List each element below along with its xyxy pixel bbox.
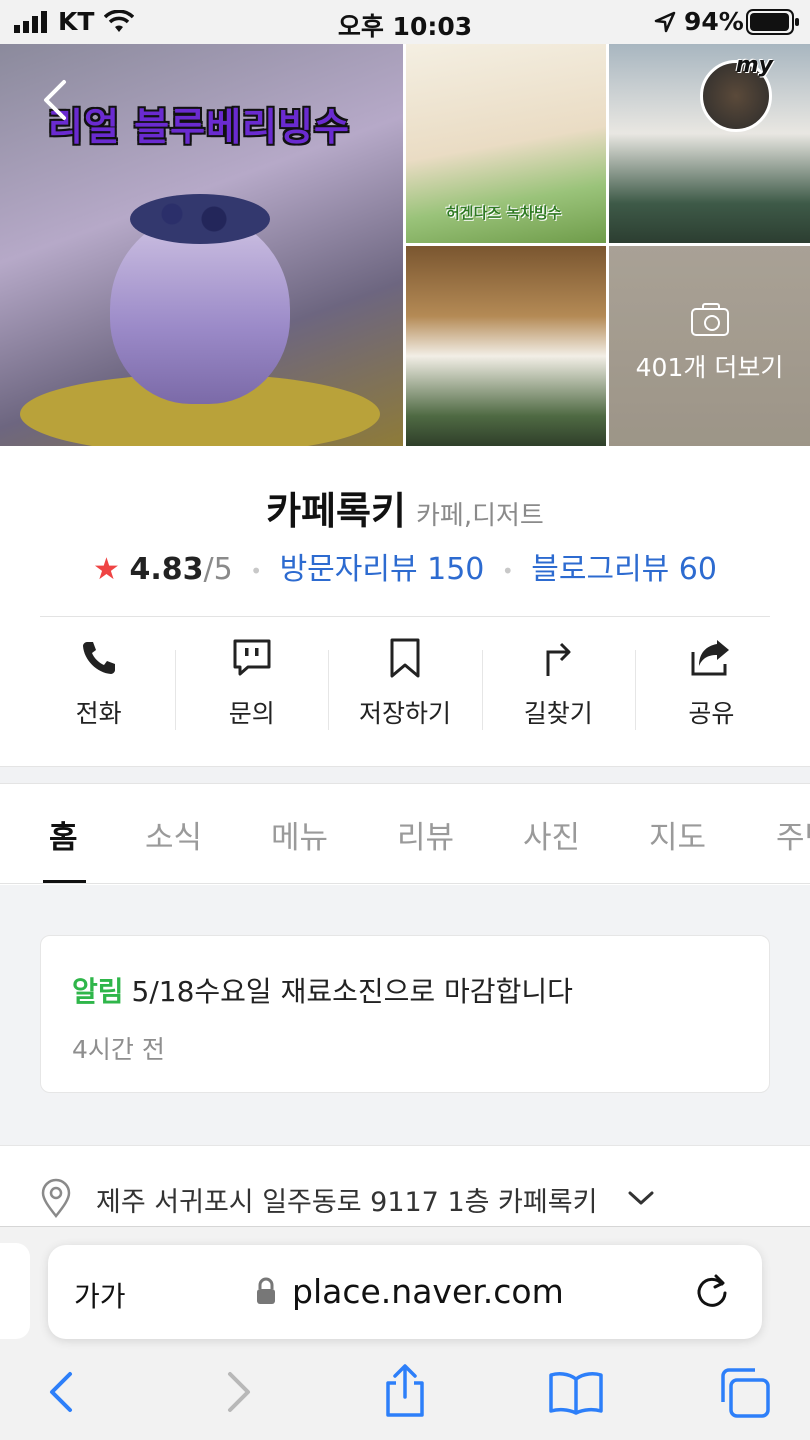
- inquiry-label: 문의: [228, 699, 275, 728]
- share-label: 공유: [688, 699, 735, 728]
- home-content: 알림 5/18수요일 재료소진으로 마감합니다 4시간 전: [0, 885, 810, 1145]
- share-sheet-icon[interactable]: [382, 1363, 428, 1419]
- title-row: 카페록키 카페,디저트: [0, 480, 810, 535]
- lock-icon: [257, 1277, 275, 1304]
- notice-tag: 알림: [72, 975, 124, 1008]
- inquiry-button[interactable]: 문의: [175, 636, 328, 736]
- separator-dot: •: [250, 558, 263, 583]
- address-text: 제주 서귀포시 일주동로 9117 1층 카페록키: [96, 1187, 598, 1218]
- photo-thumb-1-caption: 허겐다즈 녹차빙수: [446, 204, 562, 222]
- previous-tab-card[interactable]: [0, 1243, 30, 1339]
- location-pin-icon: [41, 1178, 71, 1218]
- share-icon: [691, 640, 730, 676]
- notice-time: 4시간 전: [72, 1035, 165, 1064]
- notice-line: 알림 5/18수요일 재료소진으로 마감합니다: [72, 970, 573, 1010]
- phone-icon: [82, 642, 115, 674]
- active-tab-indicator: [43, 880, 86, 883]
- divider: [40, 616, 770, 617]
- main-photo[interactable]: 리얼 블루베리빙수: [0, 44, 403, 446]
- bookmark-icon: [390, 638, 420, 678]
- tab-bar: 홈 소식 메뉴 리뷰 사진 지도 주변: [0, 784, 810, 884]
- separator-dot: •: [501, 558, 514, 583]
- place-info: 카페록키 카페,디저트 ★ 4.83/5 • 방문자리뷰 150 • 블로그리뷰 …: [0, 446, 810, 766]
- notice-message: 5/18수요일 재료소진으로 마감합니다: [131, 975, 573, 1008]
- location-arrow-icon: [654, 11, 676, 33]
- camera-icon: [690, 303, 729, 336]
- rating-row: ★ 4.83/5 • 방문자리뷰 150 • 블로그리뷰 60: [0, 544, 810, 588]
- reload-icon[interactable]: [692, 1271, 732, 1311]
- action-bar: 전화 문의 저장하기 길찾기 공유: [22, 636, 788, 736]
- place-name: 카페록키: [266, 489, 406, 533]
- directions-label: 길찾기: [523, 699, 593, 728]
- rating-score: 4.83: [129, 552, 204, 587]
- my-badge[interactable]: my: [700, 53, 773, 132]
- status-bar: KT 오후 10:03 94%: [0, 0, 810, 44]
- photo-more-box: 401개 더보기: [609, 303, 810, 384]
- tab-photo[interactable]: 사진: [523, 812, 580, 857]
- photo-thumb-1[interactable]: 허겐다즈 녹차빙수: [406, 44, 606, 243]
- battery-icon: [746, 9, 799, 35]
- share-button[interactable]: 공유: [634, 636, 788, 736]
- tab-nearby[interactable]: 주변: [776, 812, 810, 857]
- notice-card[interactable]: 알림 5/18수요일 재료소진으로 마감합니다 4시간 전: [40, 935, 770, 1093]
- chevron-down-icon[interactable]: [626, 1188, 656, 1208]
- photo-thumb-2[interactable]: my: [609, 44, 810, 243]
- rating-max: /5: [203, 552, 233, 587]
- text-size-button[interactable]: 가가: [74, 1275, 126, 1315]
- photo-thumb-3[interactable]: [406, 246, 606, 446]
- save-label: 저장하기: [359, 699, 452, 728]
- photo-more-label: 401개 더보기: [635, 353, 784, 382]
- bookmarks-icon[interactable]: [548, 1369, 604, 1415]
- star-icon: ★: [93, 552, 120, 587]
- call-label: 전화: [75, 699, 122, 728]
- tab-review[interactable]: 리뷰: [397, 812, 454, 857]
- directions-button[interactable]: 길찾기: [481, 636, 635, 736]
- address-bar[interactable]: 가가 place.naver.com: [48, 1245, 762, 1339]
- my-badge-label: my: [735, 53, 773, 78]
- place-category: 카페,디저트: [415, 501, 544, 531]
- tabs-icon[interactable]: [718, 1367, 772, 1419]
- call-button[interactable]: 전화: [22, 636, 175, 736]
- blog-reviews-link[interactable]: 블로그리뷰 60: [531, 552, 717, 587]
- battery-percent: 94%: [684, 7, 744, 36]
- photo-berries: [130, 194, 270, 244]
- url-text: place.naver.com: [292, 1272, 564, 1311]
- chevron-left-icon[interactable]: [38, 78, 74, 122]
- tab-map[interactable]: 지도: [649, 812, 706, 857]
- photo-more[interactable]: 401개 더보기: [609, 246, 810, 446]
- visitor-reviews-link[interactable]: 방문자리뷰 150: [280, 552, 485, 587]
- main-photo-caption: 리얼 블루베리빙수: [48, 105, 350, 149]
- chat-icon: [233, 639, 271, 676]
- address-row[interactable]: 제주 서귀포시 일주동로 9117 1층 카페록키: [0, 1145, 810, 1235]
- forward-arrow-icon[interactable]: [220, 1369, 256, 1415]
- tab-home[interactable]: 홈: [49, 812, 78, 857]
- directions-icon: [546, 642, 571, 676]
- photo-gallery: 리얼 블루베리빙수 허겐다즈 녹차빙수 my 401개 더보기: [0, 44, 810, 446]
- browser-chrome: 가가 place.naver.com: [0, 1226, 810, 1440]
- back-arrow-icon[interactable]: [44, 1369, 80, 1415]
- tab-news[interactable]: 소식: [145, 812, 202, 857]
- save-button[interactable]: 저장하기: [328, 636, 481, 736]
- tab-menu[interactable]: 메뉴: [271, 812, 328, 857]
- section-gap: [0, 766, 810, 784]
